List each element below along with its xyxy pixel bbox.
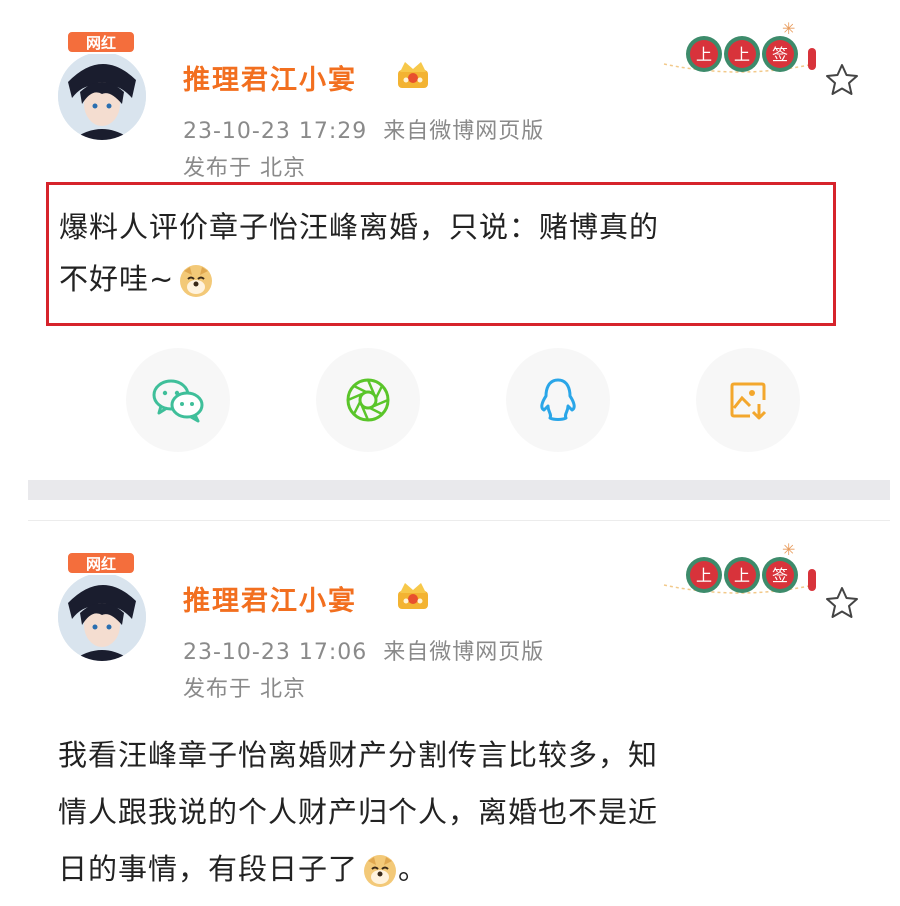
- save-image-icon: [730, 382, 767, 420]
- avatar-block[interactable]: 网红: [58, 551, 150, 663]
- post-text-line: 我看汪峰章子怡离婚财产分割传言比较多，知: [58, 738, 659, 772]
- post-text-line: 爆料人评价章子怡汪峰离婚，只说：赌博真的: [59, 210, 660, 244]
- influencer-badge: 网红: [66, 551, 136, 575]
- share-bar: [126, 348, 826, 452]
- post-location: 发布于 北京: [183, 156, 306, 181]
- share-wechat-button[interactable]: [126, 348, 230, 452]
- share-qq-button[interactable]: [506, 348, 610, 452]
- post-content-highlighted: 爆料人评价章子怡汪峰离婚，只说：赌博真的 不好哇~: [46, 182, 836, 326]
- post-time: 23-10-23 17:29: [183, 119, 368, 144]
- wechat-icon: [152, 379, 204, 423]
- post-location: 发布于 北京: [183, 677, 306, 702]
- qq-icon: [540, 378, 576, 421]
- post-source[interactable]: 来自微博网页版: [383, 640, 544, 665]
- svg-text:✳: ✳: [782, 19, 795, 38]
- deco-tag: 上: [696, 566, 712, 585]
- favorite-star-icon[interactable]: [824, 62, 860, 98]
- lucky-sign-decoration: ✳ 上 上 签: [663, 19, 816, 73]
- post-meta: 23-10-23 17:06 来自微博网页版: [183, 634, 544, 666]
- post-source[interactable]: 来自微博网页版: [383, 119, 544, 144]
- weibo-post-2: 网红 推理君江小宴 23-10-23 17:06 来自微博网页版 发布于 北京 …: [28, 520, 890, 906]
- crown-vip-icon: [398, 583, 428, 609]
- lucky-sign-decoration: ✳ 上 上 签: [663, 540, 816, 594]
- svg-text:✳: ✳: [782, 540, 795, 559]
- avatar[interactable]: [58, 52, 146, 140]
- deco-tag: 上: [734, 45, 750, 64]
- post-text: 爆料人评价章子怡汪峰离婚，只说：赌博真的 不好哇~: [59, 201, 823, 305]
- username[interactable]: 推理君江小宴: [183, 58, 357, 97]
- post-content: 我看汪峰章子怡离婚财产分割传言比较多，知 情人跟我说的个人财产归个人，离婚也不是…: [58, 727, 848, 898]
- crown-vip-icon: [398, 62, 428, 88]
- doge-emoji-icon: [180, 265, 213, 297]
- username[interactable]: 推理君江小宴: [183, 579, 357, 618]
- post-text-line-3: 日的事情，有段日子了 。: [58, 841, 848, 898]
- post-text: 我看汪峰章子怡离婚财产分割传言比较多，知 情人跟我说的个人财产归个人，离婚也不是…: [58, 727, 848, 898]
- deco-tag: 上: [734, 566, 750, 585]
- post-time: 23-10-23 17:06: [183, 640, 368, 665]
- avatar-block[interactable]: 网红: [58, 30, 150, 142]
- post-text-line-2: 不好哇~: [59, 253, 823, 305]
- avatar[interactable]: [58, 573, 146, 661]
- deco-tag: 上: [696, 45, 712, 64]
- influencer-badge: 网红: [66, 30, 136, 54]
- favorite-star-icon[interactable]: [824, 585, 860, 621]
- moments-icon: [346, 378, 390, 422]
- weibo-post-1: 网红 推理君江小宴 23-10-23 17:29 来自微博网页版 发布于 北京 …: [28, 0, 890, 480]
- post-text-line: 情人跟我说的个人财产归个人，离婚也不是近: [58, 795, 659, 829]
- save-image-button[interactable]: [696, 348, 800, 452]
- post-meta: 23-10-23 17:29 来自微博网页版: [183, 113, 544, 145]
- share-moments-button[interactable]: [316, 348, 420, 452]
- deco-tag: 签: [772, 45, 788, 64]
- doge-emoji-icon: [364, 855, 397, 887]
- deco-tag: 签: [772, 566, 788, 585]
- post-separator: [28, 480, 890, 500]
